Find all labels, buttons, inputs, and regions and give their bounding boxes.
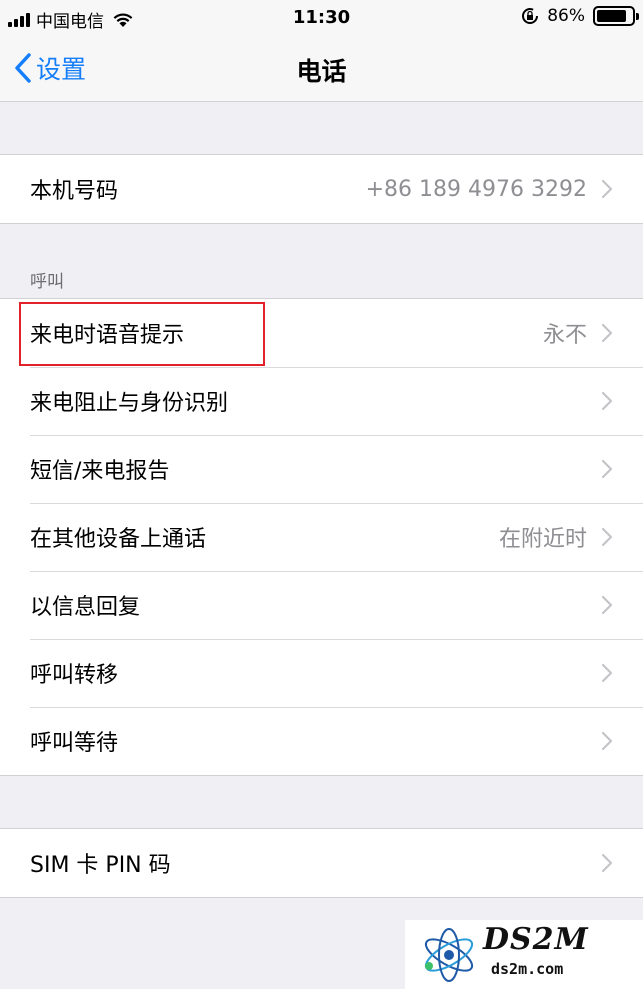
calls-section-header: 呼叫 — [30, 272, 64, 292]
watermark-title: DS2M — [483, 922, 589, 957]
call-forwarding-row[interactable]: 呼叫转移 — [0, 639, 643, 707]
status-bar: 中国电信 11:30 86% — [0, 0, 643, 36]
chevron-right-icon — [601, 527, 613, 547]
chevron-right-icon — [601, 595, 613, 615]
chevron-right-icon — [601, 179, 613, 199]
chevron-right-icon — [601, 459, 613, 479]
sim-group: SIM 卡 PIN 码 — [0, 828, 643, 898]
navigation-bar: 设置 电话 — [0, 36, 643, 102]
page-title: 电话 — [296, 57, 347, 86]
row-label: 短信/来电报告 — [30, 459, 170, 484]
call-blocking-row[interactable]: 来电阻止与身份识别 — [0, 367, 643, 435]
battery-fill — [597, 10, 627, 22]
row-label: 以信息回复 — [30, 595, 141, 620]
sim-pin-row[interactable]: SIM 卡 PIN 码 — [0, 829, 643, 897]
announce-calls-row[interactable]: 来电时语音提示 永不 — [0, 299, 643, 367]
sim-pin-label: SIM 卡 PIN 码 — [30, 853, 171, 878]
calls-on-other-devices-row[interactable]: 在其他设备上通话 在附近时 — [0, 503, 643, 571]
chevron-right-icon — [601, 391, 613, 411]
my-number-group: 本机号码 +86 189 4976 3292 — [0, 154, 643, 224]
chevron-right-icon — [601, 323, 613, 343]
status-right: 86% — [521, 6, 639, 26]
rotation-lock-icon — [522, 8, 539, 24]
row-label: 在其他设备上通话 — [30, 527, 207, 552]
chevron-right-icon — [601, 663, 613, 683]
my-number-row[interactable]: 本机号码 +86 189 4976 3292 — [0, 155, 643, 223]
my-number-value: +86 189 4976 3292 — [365, 176, 587, 202]
row-label: 呼叫等待 — [30, 731, 119, 756]
calls-group: 来电时语音提示 永不 来电阻止与身份识别 短信/来电报告 在其他设备上通话 在附… — [0, 298, 643, 776]
row-label: 呼叫转移 — [30, 663, 119, 688]
watermark-url: ds2m.com — [491, 960, 564, 978]
battery-percent: 86% — [547, 6, 585, 26]
chevron-right-icon — [601, 853, 613, 873]
row-label: 来电时语音提示 — [30, 323, 185, 348]
respond-with-text-row[interactable]: 以信息回复 — [0, 571, 643, 639]
row-label: 来电阻止与身份识别 — [30, 391, 229, 416]
watermark: DS2M ds2m.com — [405, 920, 643, 989]
row-value: 永不 — [542, 323, 587, 348]
my-number-label: 本机号码 — [30, 179, 119, 204]
chevron-right-icon — [601, 731, 613, 751]
row-value: 在附近时 — [498, 527, 587, 552]
call-waiting-row[interactable]: 呼叫等待 — [0, 707, 643, 775]
sms-call-reporting-row[interactable]: 短信/来电报告 — [0, 435, 643, 503]
atom-logo-icon — [424, 928, 474, 982]
battery-icon — [593, 6, 639, 26]
